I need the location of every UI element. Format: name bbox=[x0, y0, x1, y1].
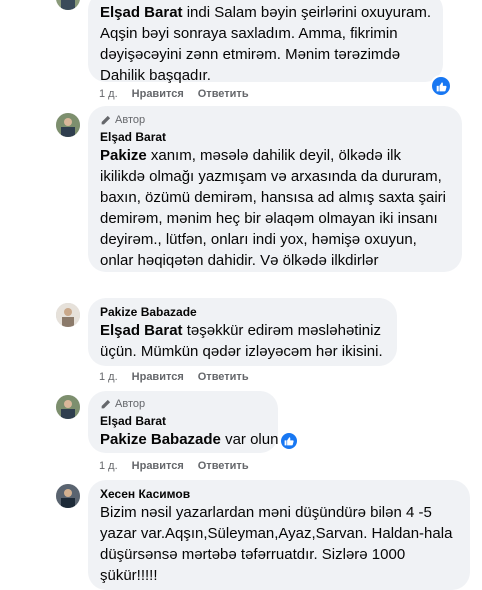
comment-time[interactable]: 1 д. bbox=[99, 371, 118, 383]
like-link[interactable]: Нравится bbox=[132, 460, 184, 472]
reply-link[interactable]: Ответить bbox=[198, 88, 249, 100]
comment-text: xanım, məsələ dahilik deyil, ölkədə ilk … bbox=[100, 147, 446, 269]
comment-actions: 1 д. Нравится Ответить bbox=[99, 460, 249, 472]
pencil-icon bbox=[101, 399, 111, 408]
thumbs-up-icon bbox=[285, 437, 295, 446]
comment-bubble: Автор Elşad Barat Pakize Babazade var ol… bbox=[88, 391, 298, 453]
comment-author[interactable]: Хесен Касимов bbox=[100, 486, 458, 502]
reaction-badge[interactable] bbox=[281, 433, 298, 449]
author-badge: Автор bbox=[100, 397, 266, 411]
avatar[interactable] bbox=[56, 303, 80, 327]
pencil-icon bbox=[101, 115, 111, 124]
like-link[interactable]: Нравится bbox=[132, 371, 184, 383]
comment-time[interactable]: 1 д. bbox=[99, 460, 118, 472]
comment-author[interactable]: Elşad Barat bbox=[100, 129, 450, 145]
comment-actions: 1 д. Нравится Ответить bbox=[99, 371, 249, 383]
mention-link[interactable]: Elşad Barat bbox=[100, 322, 183, 339]
avatar[interactable] bbox=[56, 113, 80, 137]
comment-time[interactable]: 1 д. bbox=[99, 88, 118, 100]
comment-text: Bizim nəsil yazarlardan məni düşündürə b… bbox=[100, 504, 453, 584]
reaction-badge[interactable] bbox=[430, 75, 452, 97]
comment-bubble: Автор Elşad Barat Pakize xanım, məsələ d… bbox=[88, 106, 462, 272]
comment-author[interactable]: Pakize Babazade bbox=[100, 304, 385, 320]
avatar[interactable] bbox=[56, 0, 80, 10]
avatar[interactable] bbox=[56, 395, 80, 419]
mention-link[interactable]: Pakize bbox=[100, 147, 147, 164]
avatar[interactable] bbox=[56, 484, 80, 508]
comment-bubble: Хесен Касимов Bizim nəsil yazarlardan mə… bbox=[88, 480, 470, 590]
comment-author[interactable]: Elşad Barat bbox=[100, 413, 266, 429]
thumbs-up-icon bbox=[436, 81, 447, 91]
comment-author[interactable]: Elşad Barat bbox=[100, 4, 183, 21]
mention-link[interactable]: Pakize Babazade bbox=[100, 431, 221, 448]
comment-actions: 1 д. Нравится Ответить bbox=[99, 88, 249, 100]
comment-text: var olun bbox=[225, 431, 279, 448]
comment-bubble: Elşad Barat indi Salam bəyin şeirlərini … bbox=[88, 0, 443, 84]
comment-bubble: Pakize Babazade Elşad Barat təşəkkür edi… bbox=[88, 298, 397, 366]
like-link[interactable]: Нравится bbox=[132, 88, 184, 100]
author-badge: Автор bbox=[100, 113, 450, 127]
reply-link[interactable]: Ответить bbox=[198, 460, 249, 472]
reply-link[interactable]: Ответить bbox=[198, 371, 249, 383]
